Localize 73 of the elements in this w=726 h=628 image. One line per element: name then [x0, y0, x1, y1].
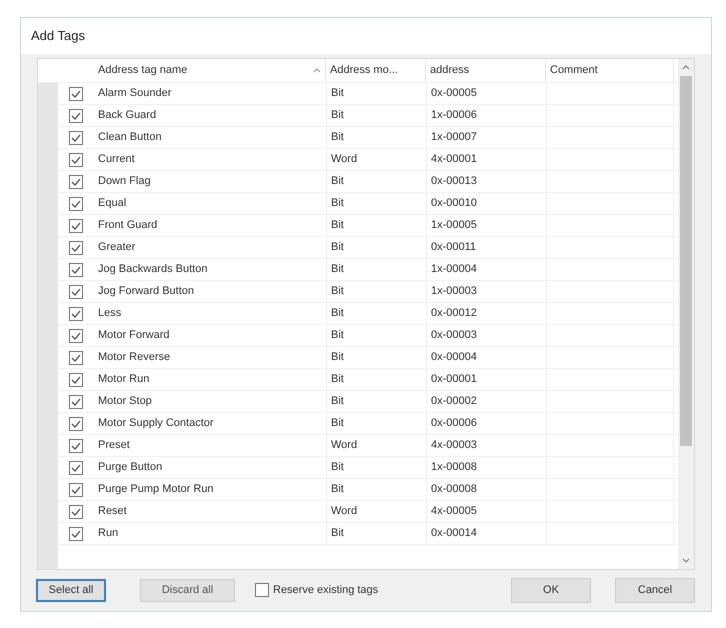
mode-cell: Bit: [326, 215, 426, 236]
address-cell: 0x-00001: [426, 369, 546, 390]
mode-cell: Bit: [326, 105, 426, 126]
tag-name-cell-text: Motor Reverse: [97, 350, 172, 366]
tag-name-cell-text: Reset: [97, 504, 128, 520]
mode-cell: Bit: [326, 171, 426, 192]
tag-name-cell-text: Motor Supply Contactor: [97, 416, 215, 432]
tag-name-cell-text: Current: [97, 152, 136, 168]
select-all-button[interactable]: Select all: [36, 578, 106, 602]
mode-cell: Bit: [326, 391, 426, 412]
tag-name-cell-text: Jog Backwards Button: [97, 262, 208, 278]
tag-name-cell-text: Equal: [97, 196, 128, 212]
mode-cell: Bit: [326, 325, 426, 346]
address-cell: 4x-00001: [426, 149, 546, 170]
reserve-tags-label: Reserve existing tags: [273, 582, 378, 598]
mode-cell: Word: [326, 435, 426, 456]
tag-name-cell-text: Run: [97, 526, 120, 542]
mode-cell: Bit: [326, 237, 426, 258]
address-cell: 0x-00005: [426, 83, 546, 104]
mode-cell: Bit: [326, 413, 426, 434]
address-cell: 1x-00006: [426, 105, 546, 126]
address-cell: 1x-00007: [426, 127, 546, 148]
address-cell: 1x-00005: [426, 215, 546, 236]
mode-cell: Bit: [326, 127, 426, 148]
tag-name-cell-text: Preset: [97, 438, 131, 454]
mode-cell: Bit: [326, 193, 426, 214]
address-cell: 4x-00003: [426, 435, 546, 456]
mode-cell: Bit: [326, 259, 426, 280]
mode-cell: Bit: [326, 347, 426, 368]
mode-cell: Bit: [326, 479, 426, 500]
address-cell: 0x-00003: [426, 325, 546, 346]
address-cell: 1x-00008: [426, 457, 546, 478]
window-title: Add Tags: [30, 27, 86, 46]
cancel-button[interactable]: Cancel: [615, 578, 695, 602]
tag-name-cell-text: Motor Stop: [97, 394, 153, 410]
mode-cell: Bit: [326, 83, 426, 104]
address-cell: 1x-00004: [426, 259, 546, 280]
address-cell: 1x-00003: [426, 281, 546, 302]
tag-name-cell-text: Motor Run: [97, 372, 150, 388]
tag-name-cell-text: Front Guard: [97, 218, 158, 234]
tag-name-cell-text: Clean Button: [97, 130, 163, 146]
address-cell: 4x-00005: [426, 501, 546, 522]
column-header[interactable]: Comment: [546, 59, 674, 82]
address-cell: 0x-00014: [426, 523, 546, 544]
address-cell: 0x-00008: [426, 479, 546, 500]
address-cell: 0x-00012: [426, 303, 546, 324]
address-cell: 0x-00004: [426, 347, 546, 368]
tag-name-cell-text: Jog Forward Button: [97, 284, 195, 300]
mode-cell: Bit: [326, 457, 426, 478]
mode-cell: Word: [326, 501, 426, 522]
tag-name-cell-text: Less: [97, 306, 122, 322]
column-header[interactable]: address: [426, 59, 546, 82]
address-cell: 0x-00013: [426, 171, 546, 192]
mode-cell: Bit: [326, 523, 426, 544]
tag-name-cell-text: Motor Forward: [97, 328, 171, 344]
tag-name-cell-text: Back Guard: [97, 108, 158, 124]
column-header[interactable]: Address tag name: [94, 59, 326, 82]
tag-name-cell-text: Purge Button: [97, 460, 164, 476]
address-cell: 0x-00010: [426, 193, 546, 214]
mode-cell: Bit: [326, 369, 426, 390]
tag-name-cell-text: Purge Pump Motor Run: [97, 482, 215, 498]
address-cell: 0x-00011: [426, 237, 546, 258]
ok-button[interactable]: OK: [511, 578, 591, 602]
mode-cell: Bit: [326, 303, 426, 324]
mode-cell: Word: [326, 149, 426, 170]
address-cell: 0x-00002: [426, 391, 546, 412]
tag-name-cell-text: Greater: [97, 240, 136, 256]
tag-name-cell-text: Alarm Sounder: [97, 86, 172, 102]
address-cell: 0x-00006: [426, 413, 546, 434]
mode-cell: Bit: [326, 281, 426, 302]
column-header[interactable]: Address mo...: [326, 59, 426, 82]
tag-name-cell-text: Down Flag: [97, 174, 152, 190]
discard-all-button[interactable]: Discard all: [140, 578, 235, 602]
